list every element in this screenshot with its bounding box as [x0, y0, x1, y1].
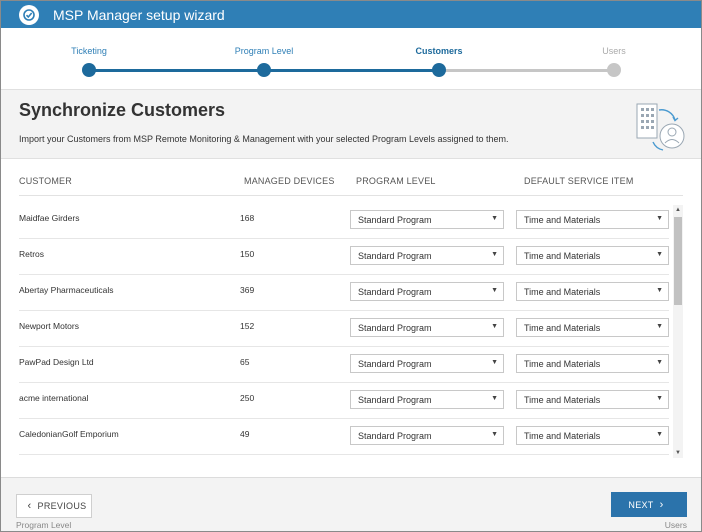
- customer-name: Abertay Pharmaceuticals: [19, 285, 114, 295]
- service-item-select[interactable]: Time and Materials ▼: [516, 318, 669, 337]
- msp-gear-icon: [19, 4, 39, 25]
- step-dot-customers[interactable]: [432, 63, 446, 77]
- program-level-select[interactable]: Standard Program ▼: [350, 318, 504, 337]
- caret-down-icon: ▼: [491, 323, 498, 330]
- page-header: Synchronize Customers Import your Custom…: [1, 89, 701, 159]
- wizard-footer: ‹ PREVIOUS Program Level NEXT › Users: [1, 477, 701, 531]
- caret-down-icon: ▼: [656, 215, 663, 222]
- caret-down-icon: ▼: [491, 431, 498, 438]
- step-dot-users: [607, 63, 621, 77]
- table-row: Newport Motors 152 Standard Program ▼ Tim…: [19, 310, 669, 347]
- previous-button-label: PREVIOUS: [37, 501, 87, 511]
- column-header-program-level: PROGRAM LEVEL: [356, 176, 436, 186]
- managed-devices-count: 150: [240, 249, 255, 259]
- program-level-select[interactable]: Standard Program ▼: [350, 246, 504, 265]
- step-label-customers: Customers: [415, 46, 463, 56]
- program-level-select[interactable]: Standard Program ▼: [350, 210, 504, 229]
- caret-down-icon: ▼: [491, 287, 498, 294]
- caret-down-icon: ▼: [491, 395, 498, 402]
- scrollbar-thumb[interactable]: [674, 217, 682, 305]
- caret-down-icon: ▼: [491, 251, 498, 258]
- managed-devices-count: 168: [240, 213, 255, 223]
- table-row: PawPad Design Ltd 65 Standard Program ▼ T…: [19, 346, 669, 383]
- column-header-managed-devices: MANAGED DEVICES: [244, 176, 335, 186]
- customer-name: CaledonianGolf Emporium: [19, 429, 119, 439]
- table-row: CaledonianGolf Emporium 49 Standard Prog…: [19, 418, 669, 455]
- column-header-default-service-item: DEFAULT SERVICE ITEM: [524, 176, 634, 186]
- header-divider: [19, 195, 683, 196]
- managed-devices-count: 49: [240, 429, 250, 439]
- caret-down-icon: ▼: [656, 287, 663, 294]
- chevron-right-icon: ›: [659, 498, 664, 511]
- program-level-select[interactable]: Standard Program ▼: [350, 426, 504, 445]
- managed-devices-count: 369: [240, 285, 255, 295]
- service-item-select[interactable]: Time and Materials ▼: [516, 282, 669, 301]
- managed-devices-count: 152: [240, 321, 255, 331]
- setup-wizard-window: MSP Manager setup wizard Ticketing Progr…: [0, 0, 702, 532]
- service-item-select[interactable]: Time and Materials ▼: [516, 390, 669, 409]
- service-item-select[interactable]: Time and Materials ▼: [516, 354, 669, 373]
- table-scrollbar[interactable]: ▲ ▼: [673, 205, 683, 458]
- next-step-label: Users: [664, 520, 687, 530]
- customer-name: PawPad Design Ltd: [19, 357, 94, 367]
- caret-down-icon: ▼: [656, 431, 663, 438]
- previous-step-label: Program Level: [16, 520, 72, 530]
- chevron-left-icon: ‹: [27, 500, 32, 512]
- previous-button[interactable]: ‹ PREVIOUS: [16, 494, 92, 518]
- column-header-customer: CUSTOMER: [19, 176, 72, 186]
- table-row: Retros 150 Standard Program ▼ Time and Ma…: [19, 238, 669, 275]
- program-level-select[interactable]: Standard Program ▼: [350, 390, 504, 409]
- service-item-select[interactable]: Time and Materials ▼: [516, 210, 669, 229]
- next-button-label: NEXT: [628, 499, 654, 510]
- building-user-sync-icon: [636, 103, 685, 151]
- window-title: MSP Manager setup wizard: [53, 6, 225, 23]
- table-row-partial: [19, 454, 669, 459]
- wizard-stepper: Ticketing Program Level Customers Users: [1, 28, 701, 88]
- caret-down-icon: ▼: [491, 215, 498, 222]
- service-item-select[interactable]: Time and Materials ▼: [516, 426, 669, 445]
- customer-name: acme international: [19, 393, 89, 403]
- customer-table-body: Maidfae Girders 168 Standard Program ▼ Ti…: [1, 200, 701, 459]
- managed-devices-count: 65: [240, 357, 250, 367]
- managed-devices-count: 250: [240, 393, 255, 403]
- step-label-program-level: Program Level: [234, 46, 294, 56]
- customer-name: Newport Motors: [19, 321, 79, 331]
- program-level-select[interactable]: Standard Program ▼: [350, 282, 504, 301]
- stepper-track-remaining: [439, 69, 614, 72]
- page-description: Import your Customers from MSP Remote Mo…: [19, 134, 509, 144]
- table-row: acme international 250 Standard Program ▼…: [19, 382, 669, 419]
- program-level-select[interactable]: Standard Program ▼: [350, 354, 504, 373]
- caret-down-icon: ▼: [656, 359, 663, 366]
- caret-down-icon: ▼: [656, 251, 663, 258]
- step-label-users: Users: [602, 46, 626, 56]
- title-bar: MSP Manager setup wizard: [1, 1, 701, 28]
- table-row: Abertay Pharmaceuticals 369 Standard Pro…: [19, 274, 669, 311]
- scroll-up-icon[interactable]: ▲: [673, 205, 683, 215]
- caret-down-icon: ▼: [656, 323, 663, 330]
- next-button[interactable]: NEXT ›: [611, 492, 687, 517]
- caret-down-icon: ▼: [656, 395, 663, 402]
- step-dot-ticketing[interactable]: [82, 63, 96, 77]
- scroll-down-icon[interactable]: ▼: [673, 448, 683, 458]
- step-label-ticketing: Ticketing: [71, 46, 107, 56]
- service-item-select[interactable]: Time and Materials ▼: [516, 246, 669, 265]
- page-title: Synchronize Customers: [19, 100, 226, 120]
- customer-name: Retros: [19, 249, 45, 259]
- table-row: Maidfae Girders 168 Standard Program ▼ Ti…: [19, 202, 669, 239]
- customer-name: Maidfae Girders: [19, 213, 80, 223]
- step-dot-program-level[interactable]: [257, 63, 271, 77]
- caret-down-icon: ▼: [491, 359, 498, 366]
